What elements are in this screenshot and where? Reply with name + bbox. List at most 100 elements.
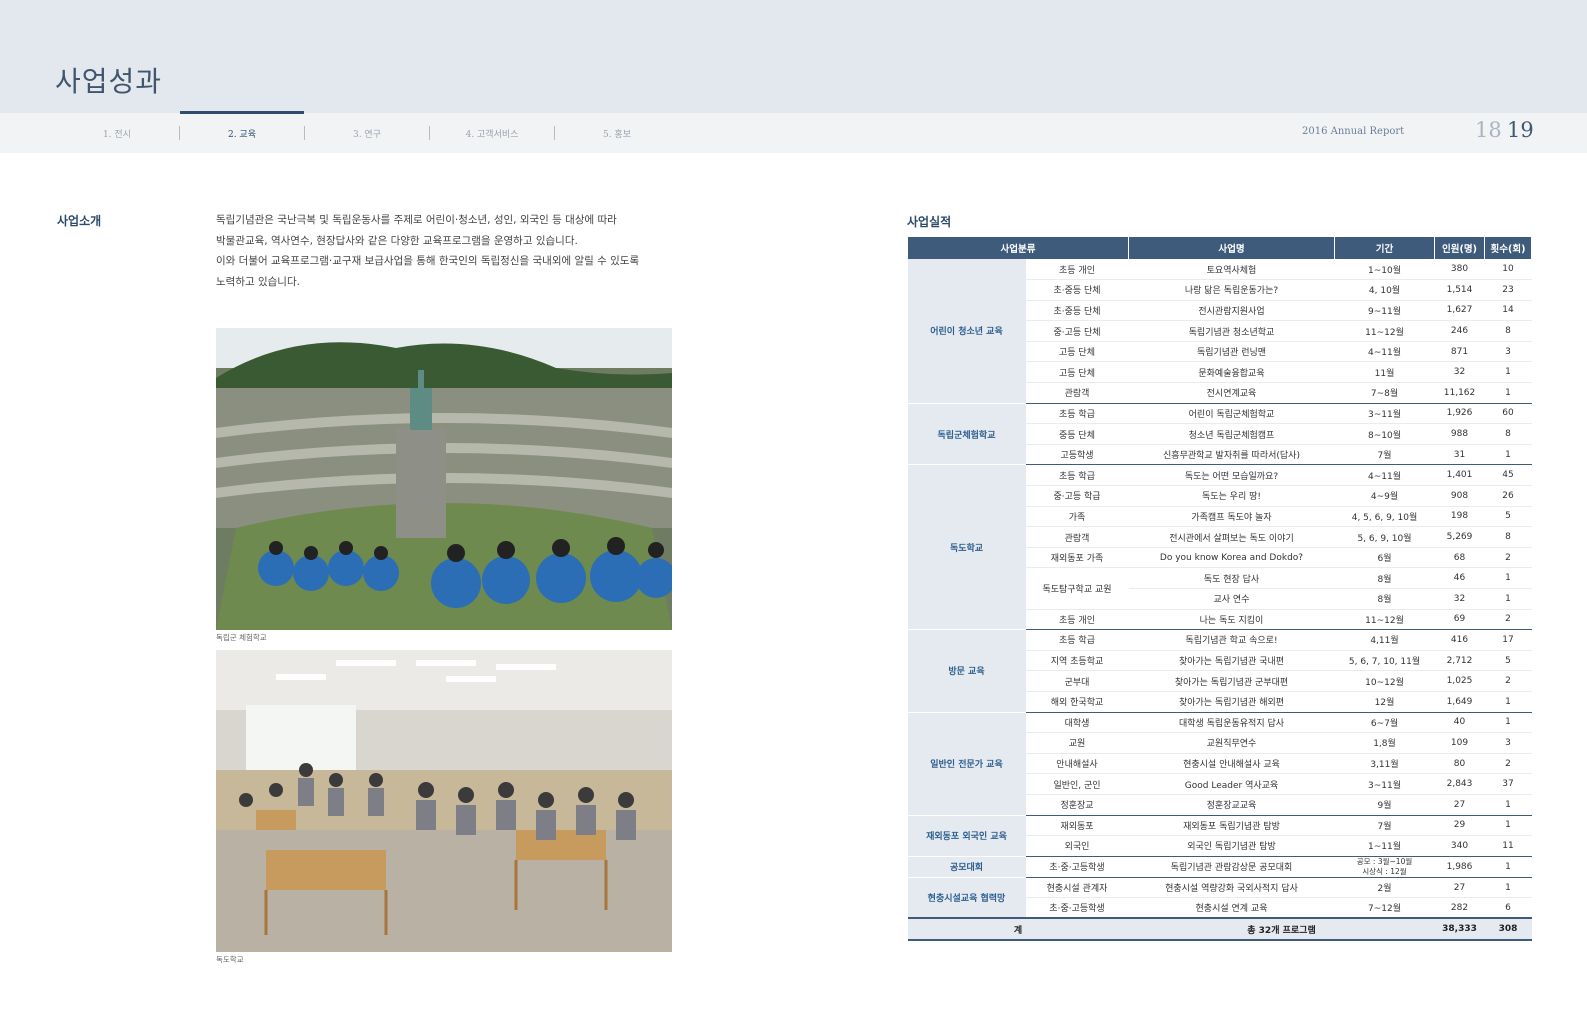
count-cell: 17	[1484, 629, 1532, 651]
people-cell: 27	[1434, 877, 1485, 899]
people-cell: 11,162	[1434, 382, 1485, 404]
table-row: 현충시설교육 협력망 현충시설 관계자 현충시설 역량강화 국외사적지 답사 2…	[907, 877, 1532, 919]
program-cell: 독립기념관 학교 속으로!	[1128, 629, 1335, 651]
performance-table: 사업분류 사업명 기간 인원(명) 횟수(회) 어린이 청소년 교육 초등 개인…	[907, 237, 1532, 942]
target-cell: 초등 학급	[1025, 403, 1129, 425]
program-cell: 교사 연수	[1128, 588, 1335, 610]
count-cell: 8	[1484, 526, 1532, 548]
program-cell: 독도는 어떤 모습일까요?	[1128, 464, 1335, 487]
program-cell: 전시관람지원사업	[1128, 300, 1335, 322]
program-cell: 독도는 우리 땅!	[1128, 485, 1335, 507]
period-line: 시상식 : 12월	[1362, 866, 1407, 876]
program-cell: 외국인 독립기념관 탐방	[1128, 835, 1335, 857]
period-cell: 12월	[1334, 691, 1435, 713]
count-cell: 2	[1484, 609, 1532, 631]
total-programs: 총 32개 프로그램	[1128, 917, 1435, 942]
count-cell: 37	[1484, 773, 1532, 795]
tab-publicity[interactable]: 5. 홍보	[555, 113, 679, 153]
period-cell: 7월	[1334, 815, 1435, 837]
people-cell: 340	[1434, 835, 1485, 857]
period-cell: 7~8월	[1334, 382, 1435, 404]
tab-education[interactable]: 2. 교육	[180, 111, 304, 153]
target-cell: 초등 개인	[1025, 609, 1129, 631]
program-cell: 재외동포 독립기념관 탐방	[1128, 815, 1335, 837]
count-cell: 1	[1484, 444, 1532, 466]
program-cell: 가족캠프 독도야 놀자	[1128, 506, 1335, 528]
tab-customer-service[interactable]: 4. 고객서비스	[430, 113, 554, 153]
photo-caption: 독립군 체험학교	[216, 633, 267, 642]
count-cell: 60	[1484, 403, 1532, 425]
photo-caption: 독도학교	[216, 955, 244, 964]
target-cell: 재외동포	[1025, 815, 1129, 837]
intro-line: 박물관교육, 역사연수, 현장답사와 같은 다양한 교육프로그램을 운영하고 있…	[216, 234, 578, 247]
target-cell: 지역 초등학교	[1025, 650, 1129, 672]
tab-research[interactable]: 3. 연구	[305, 113, 429, 153]
target-cell: 초·중·고등학생	[1025, 897, 1129, 919]
people-cell: 109	[1434, 732, 1485, 754]
target-cell: 초등 개인	[1025, 259, 1129, 281]
target-cell: 정훈장교	[1025, 794, 1129, 816]
column-header: 사업분류	[907, 237, 1129, 259]
intro-line: 이와 더불어 교육프로그램·교구재 보급사업을 통해 한국인의 독립정신을 국내…	[216, 255, 640, 267]
table-header-row: 사업분류 사업명 기간 인원(명) 횟수(회)	[907, 237, 1532, 259]
count-cell: 1	[1484, 856, 1532, 878]
people-cell: 31	[1434, 444, 1485, 466]
table-row: 재외동포 외국인 교육 재외동포 재외동포 독립기념관 탐방 7월 29 1	[907, 815, 1532, 857]
target-cell: 고등 단체	[1025, 361, 1129, 384]
people-cell: 908	[1434, 485, 1485, 507]
people-cell: 1,926	[1434, 403, 1485, 425]
program-cell: 대학생 독립운동유적지 답사	[1128, 712, 1335, 734]
table-row: 공모대회 초·중·고등학생 독립기념관 관람감상문 공모대회 공모 : 3월~1…	[907, 856, 1532, 878]
target-cell: 중·고등 단체	[1025, 320, 1129, 342]
people-cell: 1,627	[1434, 300, 1485, 322]
period-cell: 8월	[1334, 588, 1435, 610]
period-cell: 4~11월	[1334, 464, 1435, 487]
count-cell: 3	[1484, 341, 1532, 363]
target-cell: 초·중등 단체	[1025, 300, 1129, 322]
total-people: 38,333	[1434, 917, 1485, 942]
table-row: 일반인 전문가 교육 대학생 대학생 독립운동유적지 답사 6~7월 40 1	[907, 712, 1532, 816]
count-cell: 1	[1484, 691, 1532, 713]
performance-heading: 사업실적	[907, 215, 952, 229]
section-tabs: 1. 전시 2. 교육 3. 연구 4. 고객서비스 5. 홍보	[55, 111, 679, 153]
count-cell: 1	[1484, 567, 1532, 589]
people-cell: 246	[1434, 320, 1485, 342]
target-cell: 재외동포 가족	[1025, 547, 1129, 569]
category-cell: 방문 교육	[907, 629, 1026, 713]
count-cell: 45	[1484, 464, 1532, 487]
target-cell: 초·중·고등학생	[1025, 856, 1129, 878]
count-cell: 1	[1484, 382, 1532, 404]
category-cell: 공모대회	[907, 856, 1026, 878]
category-cell: 독도학교	[907, 464, 1026, 631]
page-number-left: 18	[1475, 118, 1502, 142]
category-cell: 독립군체험학교	[907, 403, 1026, 466]
people-cell: 198	[1434, 506, 1485, 528]
table-row: 독도학교 초등 학급 독도는 어떤 모습일까요? 4~11월 1,401 45	[907, 464, 1532, 631]
target-cell: 독도탐구학교 교원	[1025, 567, 1129, 610]
period-cell: 8~10월	[1334, 423, 1435, 445]
target-cell: 중·고등 학급	[1025, 485, 1129, 507]
count-cell: 6	[1484, 897, 1532, 919]
header-band	[0, 0, 1587, 113]
period-cell: 7월	[1334, 444, 1435, 466]
tab-exhibition[interactable]: 1. 전시	[55, 113, 179, 153]
period-cell: 4, 5, 6, 9, 10월	[1334, 506, 1435, 528]
target-cell: 고등학생	[1025, 444, 1129, 466]
report-label: 2016 Annual Report	[1302, 126, 1405, 137]
people-cell: 69	[1434, 609, 1485, 631]
period-cell: 1,8월	[1334, 732, 1435, 754]
count-cell: 26	[1484, 485, 1532, 507]
target-cell: 현충시설 관계자	[1025, 877, 1129, 899]
period-cell: 7~12월	[1334, 897, 1435, 919]
period-cell: 4,11월	[1334, 629, 1435, 651]
count-cell: 1	[1484, 815, 1532, 837]
program-cell: 찾아가는 독립기념관 군부대편	[1128, 670, 1335, 692]
target-cell: 중등 단체	[1025, 423, 1129, 445]
target-cell: 교원	[1025, 732, 1129, 754]
period-cell: 4, 10월	[1334, 279, 1435, 301]
count-cell: 8	[1484, 423, 1532, 445]
target-cell: 초등 학급	[1025, 464, 1129, 487]
period-cell: 4~11월	[1334, 341, 1435, 363]
table-row: 어린이 청소년 교육 초등 개인 토요역사체험 1~10월 380 10	[907, 259, 1532, 404]
people-cell: 32	[1434, 588, 1485, 610]
